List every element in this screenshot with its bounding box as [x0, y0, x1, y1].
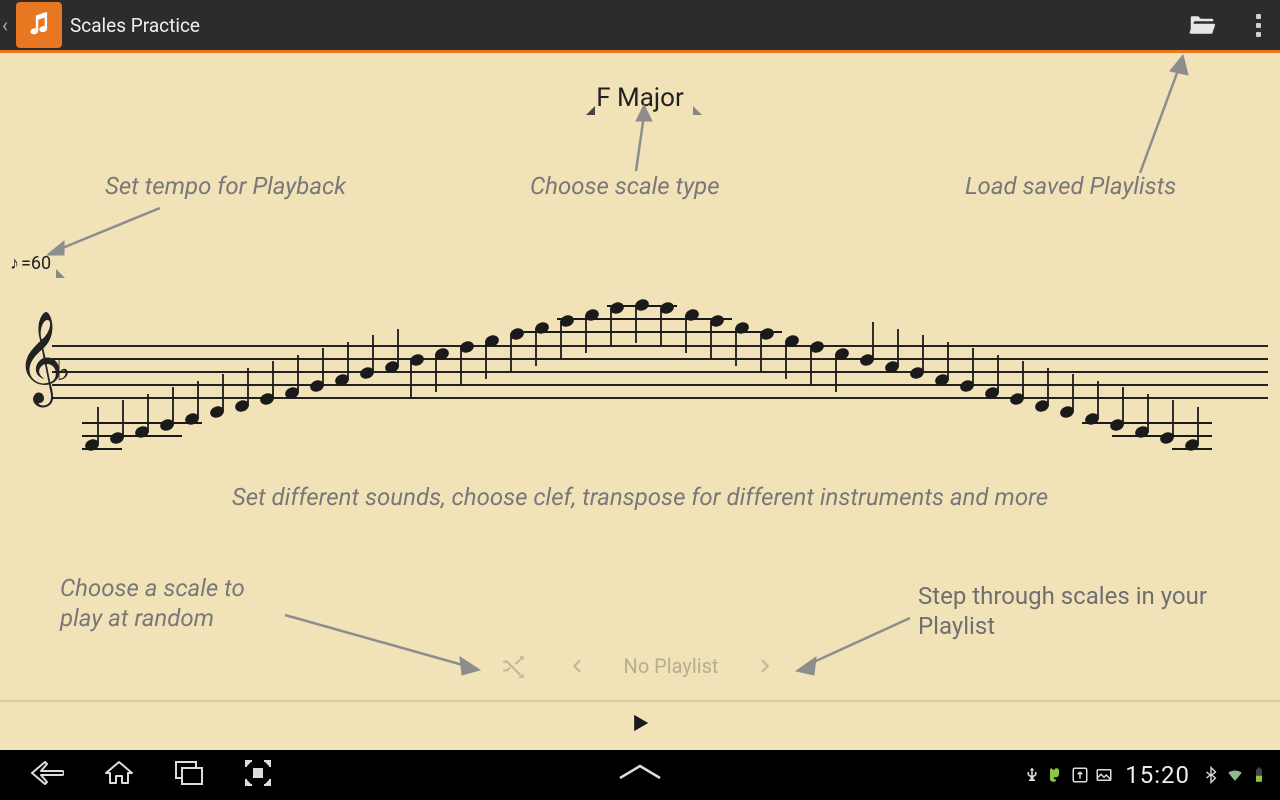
music-staff: 𝄞 ♭: [12, 325, 1268, 435]
recent-apps-button[interactable]: [174, 760, 204, 790]
spinner-indicator-left-icon: [586, 106, 595, 115]
arrow-icon: [40, 203, 170, 263]
evernote-icon: [1047, 766, 1065, 784]
previous-scale-button[interactable]: [562, 652, 590, 680]
next-scale-button[interactable]: [752, 652, 780, 680]
app-bar: ‹ Scales Practice: [0, 0, 1280, 50]
back-button[interactable]: [30, 759, 64, 791]
playlist-label[interactable]: No Playlist: [624, 654, 719, 678]
system-nav-bar: 15:20: [0, 750, 1280, 800]
scale-notes: [12, 285, 1268, 465]
arrow-icon: [626, 101, 666, 177]
screenshot-button[interactable]: [244, 759, 272, 791]
usb-icon: [1023, 766, 1041, 784]
annotation-scale-type: Choose scale type: [530, 171, 720, 201]
status-clock: 15:20: [1125, 761, 1190, 789]
arrow-icon: [1130, 51, 1200, 181]
spinner-indicator-right-icon: [693, 106, 702, 115]
app-title: Scales Practice: [70, 14, 1182, 37]
annotation-tempo: Set tempo for Playback: [105, 171, 346, 201]
annotation-step: Step through scales in your Playlist: [918, 581, 1207, 641]
playlist-bar: No Playlist: [0, 638, 1280, 694]
expand-indicator-icon[interactable]: [615, 762, 665, 786]
annotation-settings: Set different sounds, choose clef, trans…: [0, 483, 1280, 511]
home-button[interactable]: [104, 759, 134, 791]
picture-icon: [1095, 766, 1113, 784]
back-icon[interactable]: ‹: [2, 13, 12, 37]
wifi-icon: [1226, 766, 1244, 784]
play-button[interactable]: [626, 709, 654, 741]
bluetooth-icon: [1202, 766, 1220, 784]
battery-icon: [1250, 766, 1268, 784]
upload-icon: [1071, 766, 1089, 784]
open-folder-button[interactable]: [1182, 5, 1222, 45]
app-icon[interactable]: [16, 2, 62, 48]
eighth-note-icon: ♪: [10, 253, 19, 274]
content-area: F Major ♪ =60 Set tempo for Playback Cho…: [0, 53, 1280, 750]
shuffle-button[interactable]: [500, 652, 528, 680]
tempo-spinner-indicator-icon: [56, 269, 65, 278]
status-bar: 15:20: [1023, 750, 1268, 800]
play-bar: [0, 700, 1280, 748]
overflow-menu-button[interactable]: [1246, 5, 1270, 45]
annotation-random: Choose a scale to play at random: [60, 573, 245, 633]
